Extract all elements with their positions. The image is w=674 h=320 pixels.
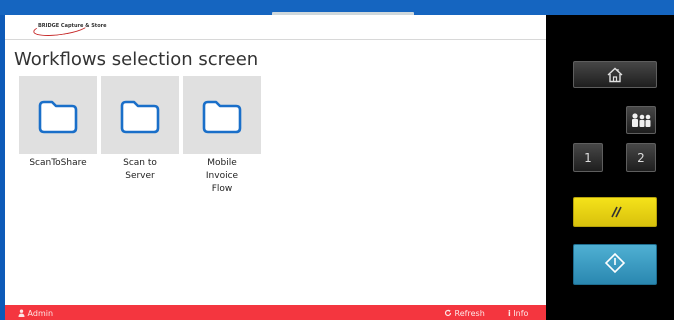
app-logo: BRIDGE Capture & Store: [38, 23, 107, 29]
folder-icon: [120, 100, 160, 134]
reset-key[interactable]: [573, 197, 657, 227]
home-key[interactable]: [573, 61, 657, 88]
refresh-icon: [444, 309, 452, 317]
reset-icon: [611, 206, 622, 218]
user-icon: [18, 309, 25, 317]
bottom-bar: Admin Refresh i Info: [5, 305, 546, 320]
workflow-label: ScanToShare: [29, 158, 87, 168]
start-key[interactable]: [573, 244, 657, 285]
user-key[interactable]: [626, 106, 656, 134]
key-2[interactable]: 2: [626, 143, 656, 172]
tile-background[interactable]: [19, 76, 97, 154]
brand-header: BRIDGE Capture & Store: [5, 15, 546, 40]
top-band: [0, 0, 674, 16]
info-icon: i: [508, 309, 511, 318]
workflow-tile-scantoshare[interactable]: ScanToShare: [19, 76, 99, 201]
users-icon: [632, 113, 651, 127]
key-1[interactable]: 1: [573, 143, 603, 172]
touch-screen: BRIDGE Capture & Store Workflows selecti…: [5, 15, 546, 320]
folder-icon: [202, 100, 242, 134]
folder-icon: [38, 100, 78, 134]
hardware-keypad: 1 2: [546, 15, 674, 320]
tile-background[interactable]: [101, 76, 179, 154]
page-title: Workflows selection screen: [14, 49, 259, 70]
info-label: Info: [513, 309, 529, 318]
start-icon: [604, 252, 626, 274]
admin-label: Admin: [27, 309, 54, 318]
workflow-tile-scan-to-server[interactable]: Scan to Server: [101, 76, 181, 201]
info-button[interactable]: i Info: [508, 309, 528, 318]
home-icon: [607, 67, 623, 83]
admin-button[interactable]: Admin: [18, 309, 53, 318]
workflow-label: Mobile Invoice Flow: [205, 158, 239, 194]
refresh-label: Refresh: [454, 309, 485, 318]
workflow-label: Scan to Server: [123, 158, 157, 181]
workflow-tile-mobile-invoice-flow[interactable]: Mobile Invoice Flow: [183, 76, 263, 201]
refresh-button[interactable]: Refresh: [444, 309, 485, 318]
tile-background[interactable]: [183, 76, 261, 154]
